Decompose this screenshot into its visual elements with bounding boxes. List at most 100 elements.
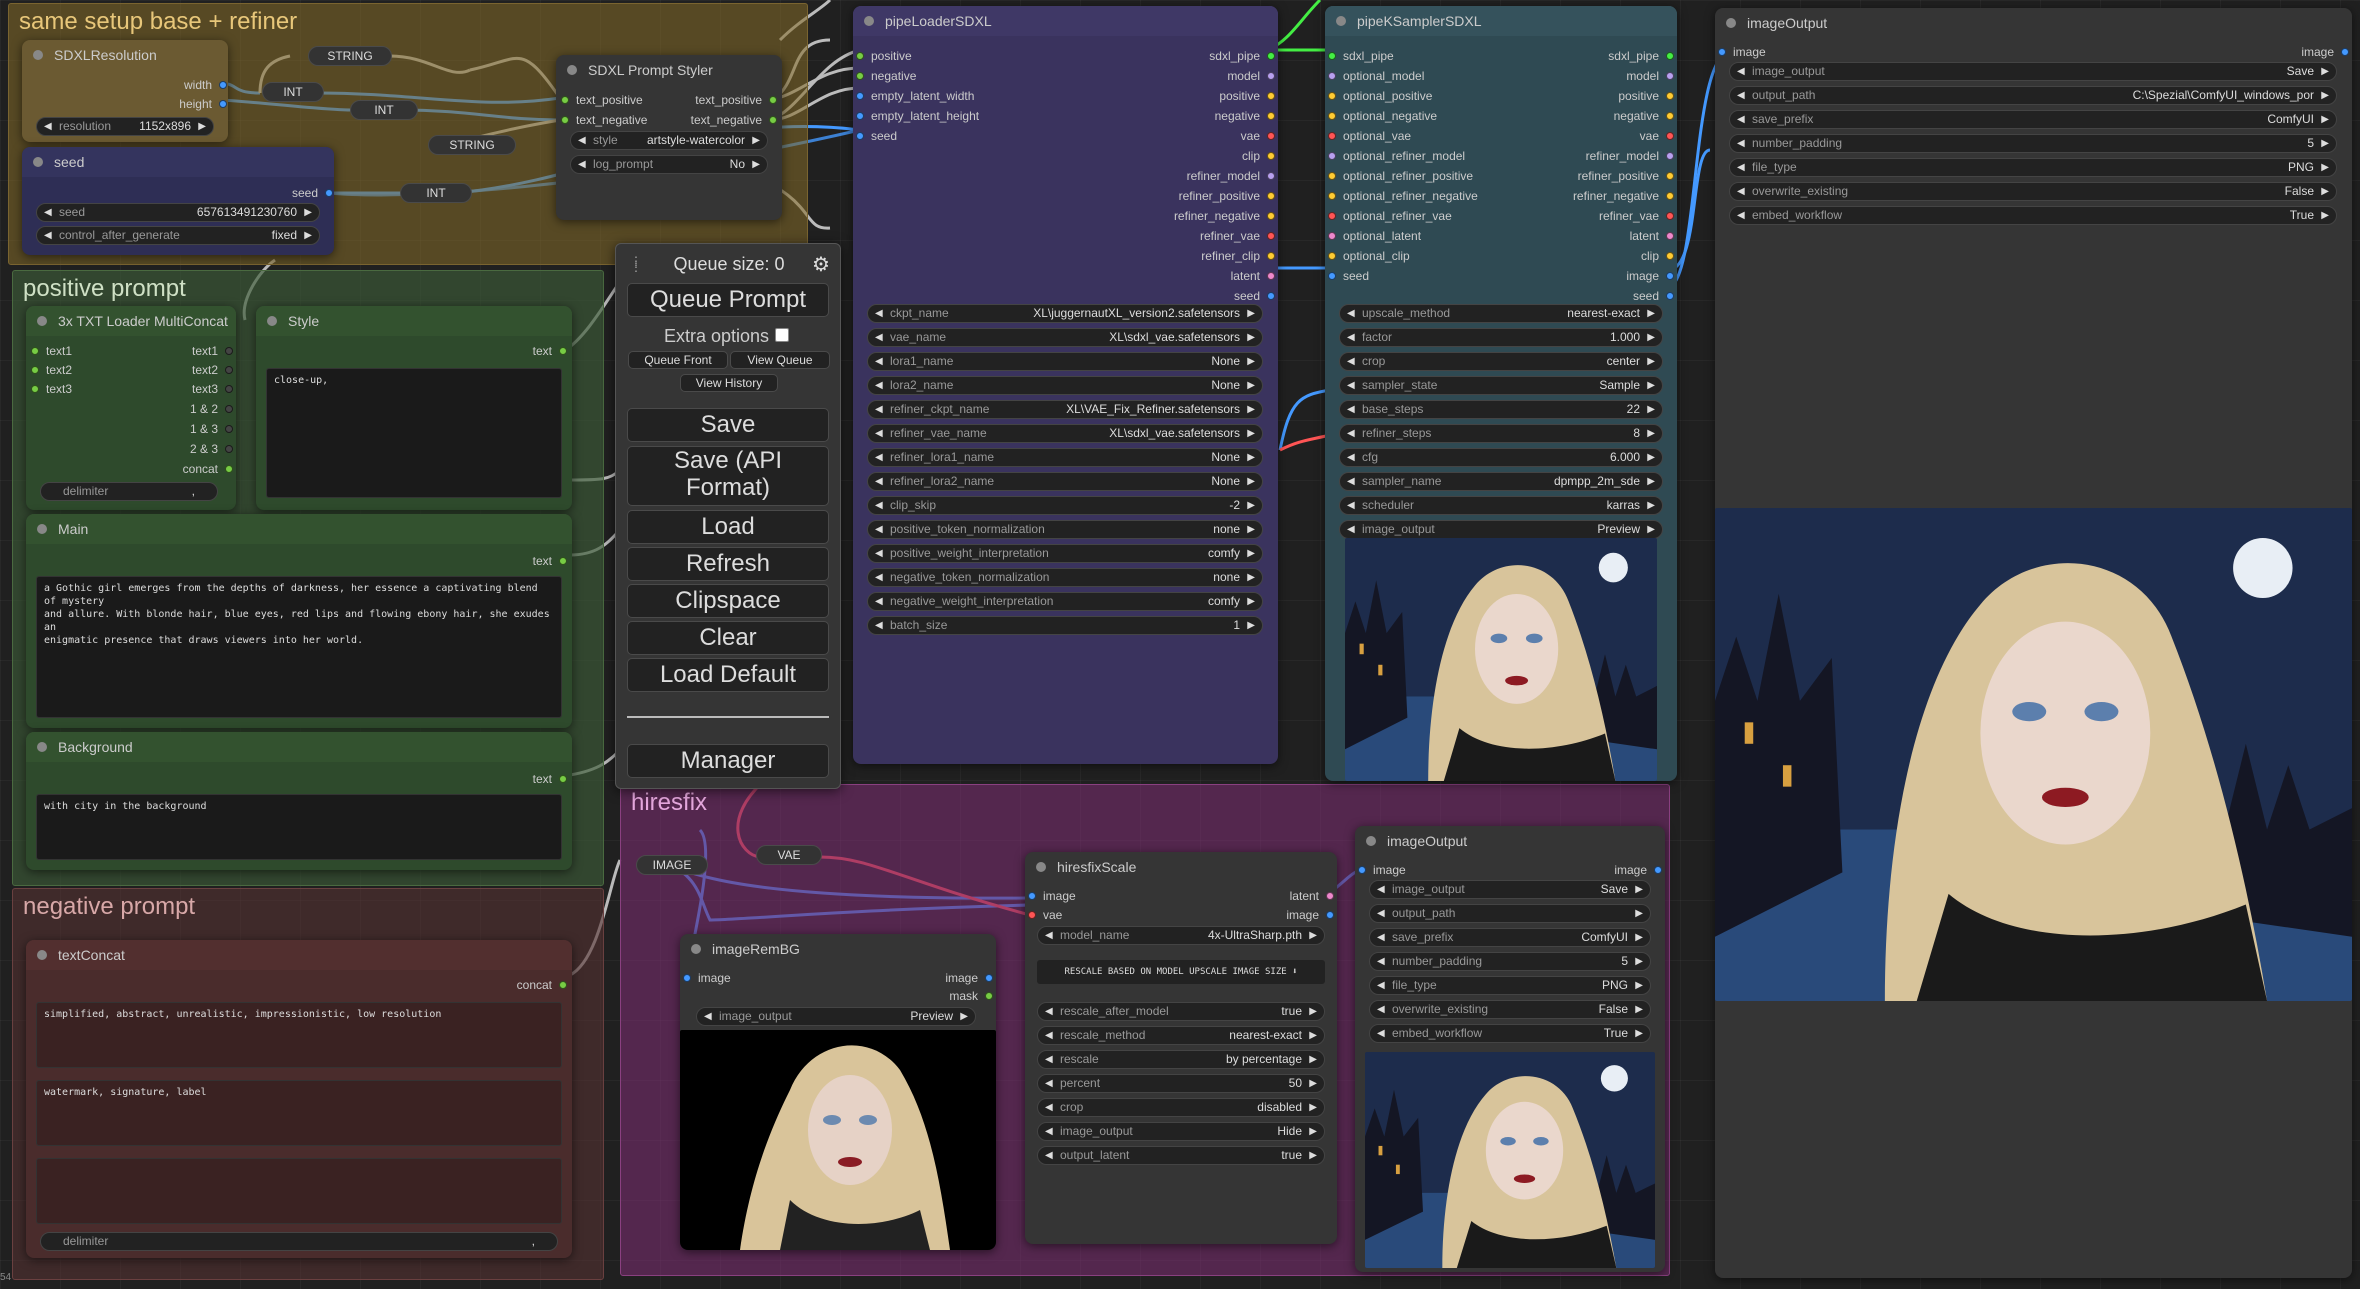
percent-select[interactable]: percent 50 xyxy=(1037,1074,1325,1093)
node-style[interactable]: Style text close-up, xyxy=(256,306,572,510)
factor-select[interactable]: factor 1.000 xyxy=(1339,328,1663,347)
output-1-3[interactable]: 1 & 3 xyxy=(190,422,234,436)
output-image[interactable]: image xyxy=(1614,863,1663,877)
input-optional-positive[interactable]: optional_positive xyxy=(1327,89,1432,103)
background-prompt-textarea[interactable]: with city in the background xyxy=(36,794,562,860)
main-prompt-textarea[interactable]: a Gothic girl emerges from the depths of… xyxy=(36,576,562,718)
clipspace-button[interactable]: Clipspace xyxy=(627,584,829,618)
style-select[interactable]: style artstyle-watercolor xyxy=(570,131,768,150)
log-prompt-select[interactable]: log_prompt No xyxy=(570,155,768,174)
batch-size-select[interactable]: batch_size 1 xyxy=(867,616,1263,635)
node-pipe-ksampler-sdxl[interactable]: pipeKSamplerSDXL sdxl_pipe optional_model… xyxy=(1325,6,1677,781)
refiner-lora2-name-select[interactable]: refiner_lora2_name None xyxy=(867,472,1263,491)
output-seed[interactable]: seed xyxy=(292,186,334,200)
file-type-widget[interactable]: file_type PNG xyxy=(1369,976,1651,995)
upscale-method-select[interactable]: upscale_method nearest-exact xyxy=(1339,304,1663,323)
output-negative[interactable]: negative xyxy=(1215,109,1276,123)
view-history-button[interactable]: View History xyxy=(680,374,778,392)
output-vae[interactable]: vae xyxy=(1640,129,1675,143)
output-refiner-positive[interactable]: refiner_positive xyxy=(1179,189,1276,203)
output-1-2[interactable]: 1 & 2 xyxy=(190,402,234,416)
input-negative[interactable]: negative xyxy=(855,69,916,83)
output-text[interactable]: text xyxy=(533,344,568,358)
input-text1[interactable]: text1 xyxy=(30,344,72,358)
refiner-ckpt-name-select[interactable]: refiner_ckpt_name XL\VAE_Fix_Refiner.safe… xyxy=(867,400,1263,419)
input-image[interactable]: image xyxy=(682,971,731,985)
negative-weight-interpretation-select[interactable]: negative_weight_interpretation comfy xyxy=(867,592,1263,611)
node-sdxl-resolution[interactable]: SDXLResolution width height resolution 11… xyxy=(22,40,228,142)
image-output-widget[interactable]: image_output Save xyxy=(1369,880,1651,899)
node-background[interactable]: Background text with city in the backgro… xyxy=(26,732,572,870)
output-text-positive[interactable]: text_positive xyxy=(695,93,778,107)
node-pipe-loader-sdxl[interactable]: pipeLoaderSDXL positive negative empty_lat… xyxy=(853,6,1278,764)
output-refiner-vae[interactable]: refiner_vae xyxy=(1200,229,1276,243)
node-title[interactable]: Main xyxy=(26,514,572,544)
node-image-output-hires[interactable]: imageOutput image image image_output Save… xyxy=(1355,826,1665,1272)
file-type-widget[interactable]: file_type PNG xyxy=(1729,158,2337,177)
input-text-negative[interactable]: text_negative xyxy=(560,113,647,127)
output-refiner-vae[interactable]: refiner_vae xyxy=(1599,209,1675,223)
output-path-widget[interactable]: output_path C:\Spezial\ComfyUI_windows_po… xyxy=(1729,86,2337,105)
reroute-int[interactable]: INT xyxy=(350,100,418,120)
output-text3[interactable]: text3 xyxy=(192,382,234,396)
delimiter-input[interactable]: delimiter, xyxy=(40,1232,558,1251)
reroute-int[interactable]: INT xyxy=(262,82,324,102)
refiner-lora1-name-select[interactable]: refiner_lora1_name None xyxy=(867,448,1263,467)
input-optional-model[interactable]: optional_model xyxy=(1327,69,1424,83)
rescale-select[interactable]: rescale by percentage xyxy=(1037,1050,1325,1069)
cfg-select[interactable]: cfg 6.000 xyxy=(1339,448,1663,467)
reroute-string[interactable]: STRING xyxy=(428,135,516,155)
embed-workflow-widget[interactable]: embed_workflow True xyxy=(1729,206,2337,225)
clip-skip-select[interactable]: clip_skip -2 xyxy=(867,496,1263,515)
overwrite-existing-widget[interactable]: overwrite_existing False xyxy=(1729,182,2337,201)
save-button[interactable]: Save xyxy=(627,408,829,442)
node-title[interactable]: seed xyxy=(22,147,334,177)
crop-select[interactable]: crop center xyxy=(1339,352,1663,371)
node-title[interactable]: Style xyxy=(256,306,572,336)
positive-weight-interpretation-select[interactable]: positive_weight_interpretation comfy xyxy=(867,544,1263,563)
reroute-vae[interactable]: VAE xyxy=(756,845,822,865)
node-image-output-main[interactable]: imageOutput image image image_output Save… xyxy=(1715,8,2352,1278)
lora1-name-select[interactable]: lora1_name None xyxy=(867,352,1263,371)
extra-options-checkbox[interactable] xyxy=(775,328,789,342)
load-default-button[interactable]: Load Default xyxy=(627,658,829,692)
node-hiresfix-scale[interactable]: hiresfixScale image vae latent image mod… xyxy=(1025,852,1337,1244)
input-seed[interactable]: seed xyxy=(1327,269,1369,283)
settings-gear-icon[interactable]: ⚙ xyxy=(812,252,830,277)
output-latent[interactable]: latent xyxy=(1231,269,1276,283)
output-sdxl-pipe[interactable]: sdxl_pipe xyxy=(1608,49,1675,63)
refiner-vae-name-select[interactable]: refiner_vae_name XL\sdxl_vae.safetensors xyxy=(867,424,1263,443)
node-title[interactable]: SDXLResolution xyxy=(22,40,228,70)
input-optional-latent[interactable]: optional_latent xyxy=(1327,229,1421,243)
reroute-string[interactable]: STRING xyxy=(308,46,392,66)
seed-value-widget[interactable]: seed 657613491230760 xyxy=(36,203,320,222)
clear-button[interactable]: Clear xyxy=(627,621,829,655)
refiner-steps-select[interactable]: refiner_steps 8 xyxy=(1339,424,1663,443)
crop-select[interactable]: crop disabled xyxy=(1037,1098,1325,1117)
output-refiner-model[interactable]: refiner_model xyxy=(1586,149,1675,163)
vae-name-select[interactable]: vae_name XL\sdxl_vae.safetensors xyxy=(867,328,1263,347)
input-vae[interactable]: vae xyxy=(1027,908,1062,922)
input-optional-vae[interactable]: optional_vae xyxy=(1327,129,1411,143)
node-title[interactable]: imageOutput xyxy=(1715,8,2352,38)
node-seed[interactable]: seed seed seed 657613491230760 control_af… xyxy=(22,147,334,255)
output-refiner-positive[interactable]: refiner_positive xyxy=(1578,169,1675,183)
output-seed[interactable]: seed xyxy=(1234,289,1276,303)
output-refiner-negative[interactable]: refiner_negative xyxy=(1174,209,1276,223)
input-positive[interactable]: positive xyxy=(855,49,912,63)
input-optional-refiner-vae[interactable]: optional_refiner_vae xyxy=(1327,209,1452,223)
output-concat[interactable]: concat xyxy=(517,978,568,992)
reroute-image[interactable]: IMAGE xyxy=(636,855,708,875)
reroute-int[interactable]: INT xyxy=(400,183,472,203)
node-text-concat[interactable]: textConcat concat simplified, abstract, … xyxy=(26,940,572,1258)
output-text-negative[interactable]: text_negative xyxy=(691,113,778,127)
output-positive[interactable]: positive xyxy=(1219,89,1276,103)
output-text1[interactable]: text1 xyxy=(192,344,234,358)
control-after-generate-select[interactable]: control_after_generate fixed xyxy=(36,226,320,245)
input-optional-clip[interactable]: optional_clip xyxy=(1327,249,1410,263)
delimiter-input[interactable]: delimiter, xyxy=(40,482,218,501)
rescale-after-model-select[interactable]: rescale_after_model true xyxy=(1037,1002,1325,1021)
negative-token-normalization-select[interactable]: negative_token_normalization none xyxy=(867,568,1263,587)
node-title[interactable]: imageRemBG xyxy=(680,934,996,964)
rescale-method-select[interactable]: rescale_method nearest-exact xyxy=(1037,1026,1325,1045)
